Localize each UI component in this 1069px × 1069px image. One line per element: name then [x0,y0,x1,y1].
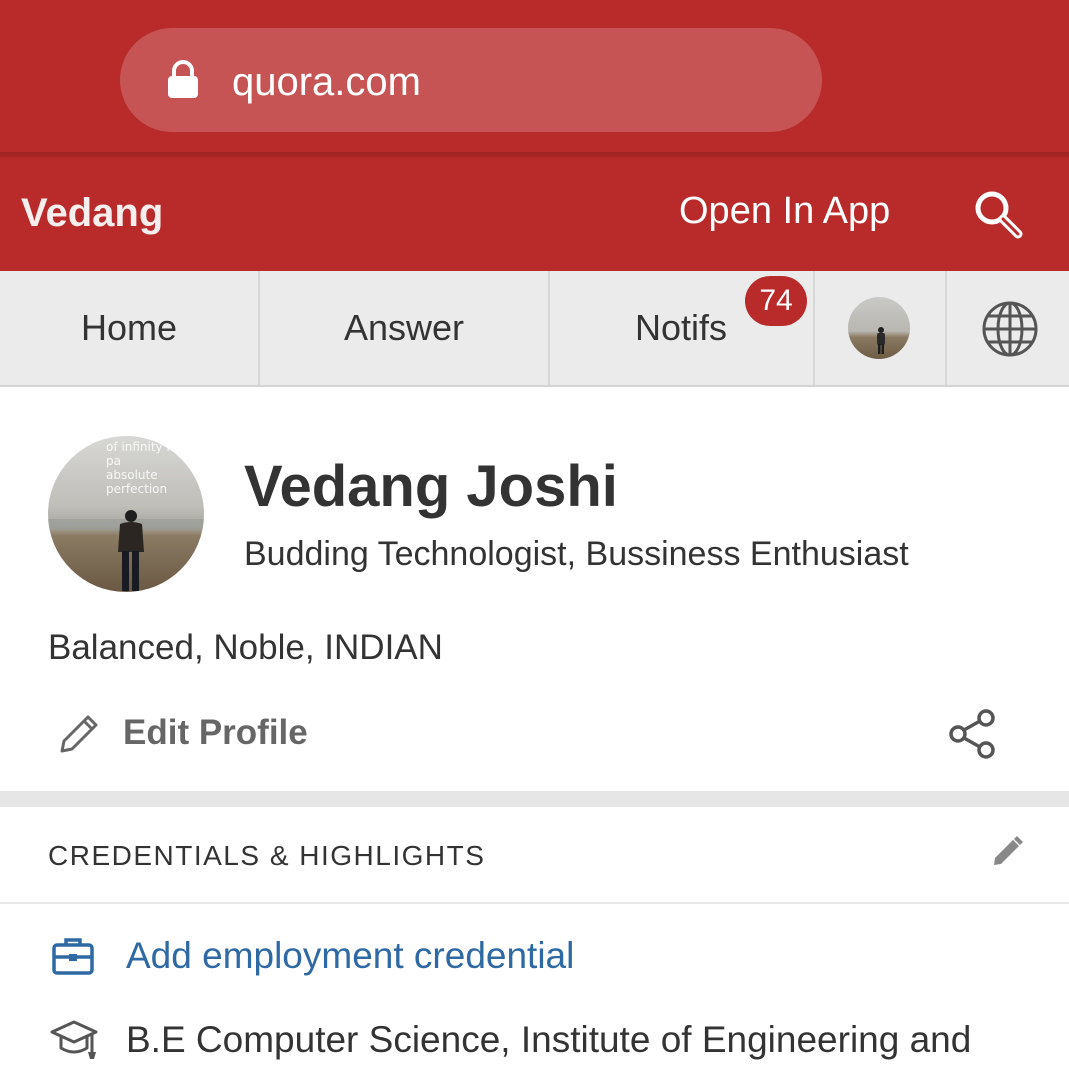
tab-answer[interactable]: Answer [260,271,548,385]
credentials-divider [0,902,1069,904]
profile-photo[interactable]: of infinity in the pa absolute perfectio… [48,436,204,592]
person-silhouette-icon [877,327,885,354]
globe-icon[interactable] [981,300,1039,358]
open-in-app-button[interactable]: Open In App [679,183,890,239]
add-employment-credential-link[interactable]: Add employment credential [126,932,574,980]
credentials-heading: CREDENTIALS & HIGHLIGHTS [48,840,486,871]
search-icon[interactable] [972,188,1024,240]
graduation-cap-icon [50,1020,98,1059]
tab-divider [945,271,947,385]
edit-profile-button[interactable]: Edit Profile [123,710,308,756]
quora-profile-page: quora.com Vedang Open In App Home Answer… [0,0,1069,1069]
education-credential[interactable]: B.E Computer Science, Institute of Engin… [126,1016,971,1064]
url-text[interactable]: quora.com [232,56,421,108]
address-bar[interactable] [120,28,822,132]
profile-headline: Budding Technologist, Bussiness Enthusia… [244,535,909,573]
profile-name: Vedang Joshi [244,454,618,519]
tab-home[interactable]: Home [0,271,258,385]
nav-profile-avatar[interactable] [848,297,910,359]
tab-divider [813,271,815,385]
person-silhouette-icon [48,510,204,591]
notifs-count-badge: 74 [745,276,807,326]
briefcase-icon[interactable] [51,936,95,976]
pencil-icon[interactable] [990,835,1024,869]
section-separator [0,791,1069,807]
header-brand[interactable]: Vedang [21,183,163,243]
share-icon[interactable] [948,708,996,760]
pencil-icon[interactable] [56,711,102,757]
profile-bio: Balanced, Noble, INDIAN [48,628,443,667]
lock-icon [168,60,198,98]
